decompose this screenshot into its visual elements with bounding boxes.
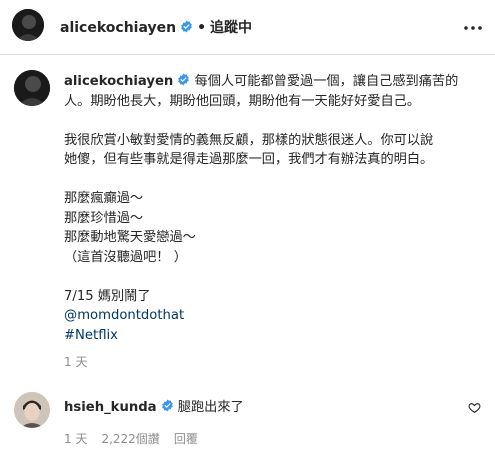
post-header: alicekochiayen • 追蹤中 — [0, 0, 495, 55]
header-avatar[interactable] — [12, 9, 44, 41]
caption-line: 人。期盼他長大，期盼他回頭，期盼他有一天能好好愛自己。 — [64, 93, 421, 109]
post-timestamp[interactable]: 1 天 — [64, 353, 87, 370]
comment-line: hsieh_kunda 腿跑出來了 — [64, 396, 244, 415]
caption-username[interactable]: alicekochiayen — [64, 74, 173, 89]
header-user-line: alicekochiayen • 追蹤中 — [60, 17, 252, 37]
avatar-image — [12, 9, 44, 41]
verified-badge-icon — [180, 20, 193, 33]
avatar-image — [14, 70, 50, 106]
caption-text: 每個人可能都曾愛過一個，讓自己感到痛苦的 — [194, 74, 459, 89]
post-author-avatar[interactable] — [14, 70, 50, 106]
more-options-icon[interactable] — [462, 19, 484, 37]
following-button[interactable]: 追蹤中 — [210, 20, 252, 36]
caption-line: 那麼瘋癲過～ — [64, 191, 144, 206]
hashtag-link[interactable]: #Netflix — [64, 328, 118, 343]
comment-username[interactable]: hsieh_kunda — [64, 400, 157, 415]
heart-icon[interactable] — [468, 401, 481, 414]
comment-meta: 1 天 2,222個讚 回覆 — [64, 430, 212, 447]
caption-line: 那麼珍惜過～ — [64, 210, 144, 226]
commenter-avatar[interactable] — [14, 392, 50, 428]
caption-line: 7/15 媽別鬧了 — [64, 288, 151, 304]
header-separator: • — [197, 20, 207, 36]
header-username[interactable]: alicekochiayen — [60, 20, 176, 36]
comment-text: 腿跑出來了 — [177, 400, 244, 415]
verified-badge-icon — [161, 399, 174, 412]
caption-line: alicekochiayen 每個人可能都曾愛過一個，讓自己感到痛苦的 — [64, 72, 482, 92]
caption-line: （這首沒聽過吧！ ） — [64, 249, 187, 265]
mention-link[interactable]: @momdontdothat — [64, 308, 184, 323]
post-caption: alicekochiayen 每個人可能都曾愛過一個，讓自己感到痛苦的 人。期盼… — [64, 72, 482, 345]
avatar-image — [14, 392, 50, 428]
verified-badge-icon — [177, 73, 190, 86]
caption-line: 她傻，但有些事就是得走過那麼一回，我們才有辦法真的明白。 — [64, 152, 434, 167]
comment-likes[interactable]: 2,222個讚 — [101, 432, 159, 446]
caption-line: 那麼動地驚天愛戀過～ — [64, 230, 196, 245]
reply-button[interactable]: 回覆 — [174, 432, 198, 446]
comment-timestamp[interactable]: 1 天 — [64, 432, 87, 446]
caption-line: 我很欣賞小敏對愛情的義無反顧，那樣的狀態很迷人。你可以說 — [64, 132, 434, 148]
